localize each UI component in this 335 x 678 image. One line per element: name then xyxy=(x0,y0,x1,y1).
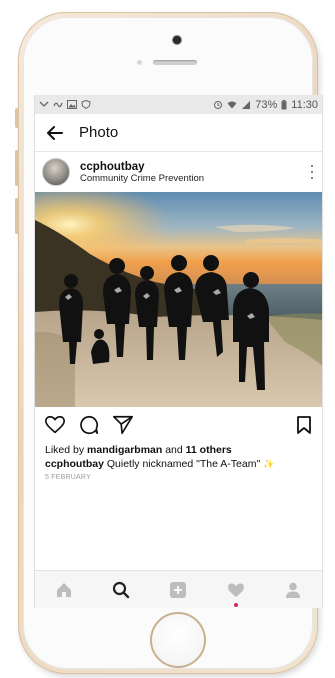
back-arrow-icon[interactable] xyxy=(45,123,65,143)
post-username[interactable]: ccphoutbay xyxy=(80,161,204,173)
alarm-icon xyxy=(214,101,223,109)
proximity-sensor xyxy=(137,60,142,65)
post-date: 5 FEBRUARY xyxy=(45,474,91,481)
earpiece-speaker xyxy=(153,60,197,65)
post-author-block: ccphoutbay Community Crime Prevention xyxy=(80,161,204,184)
liked-by-others[interactable]: 11 others xyxy=(186,444,232,456)
avatar[interactable] xyxy=(42,158,70,186)
likes-line[interactable]: Liked by mandigarbman and 11 others xyxy=(45,443,312,457)
gallery-icon xyxy=(67,100,77,109)
app-bar: Photo xyxy=(35,114,322,152)
liked-by-user[interactable]: mandigarbman xyxy=(87,444,162,456)
shield-icon xyxy=(81,100,91,109)
bookmark-icon[interactable] xyxy=(295,415,313,435)
notification-dot xyxy=(233,602,238,607)
tab-search[interactable] xyxy=(110,579,132,601)
tab-home[interactable] xyxy=(53,579,75,601)
liked-by-prefix: Liked by xyxy=(45,444,88,456)
caption-username[interactable]: ccphoutbay xyxy=(45,458,104,470)
volume-up-button xyxy=(15,150,19,186)
activity-heart-icon xyxy=(227,583,244,597)
post-photo-image xyxy=(35,192,322,407)
voicemail-icon xyxy=(53,102,63,108)
more-options-icon[interactable] xyxy=(309,165,315,179)
sparkle-icon: ✨ xyxy=(263,459,275,469)
post-meta: Liked by mandigarbman and 11 others ccph… xyxy=(35,443,322,481)
bottom-tab-bar xyxy=(35,570,322,608)
status-notification-icons xyxy=(39,100,91,109)
missed-call-icon xyxy=(39,101,49,107)
post-actions-bar xyxy=(35,407,322,443)
search-icon xyxy=(112,581,130,598)
post-photo[interactable] xyxy=(35,192,322,407)
post-caption: ccphoutbay Quietly nicknamed "The A-Team… xyxy=(45,457,312,472)
profile-icon xyxy=(286,582,301,598)
post-location[interactable]: Community Crime Prevention xyxy=(80,173,204,184)
liked-by-and: and xyxy=(162,444,186,456)
caption-text: Quietly nicknamed "The A-Team" xyxy=(103,458,261,470)
front-camera xyxy=(173,36,181,44)
home-icon xyxy=(56,582,71,597)
tab-activity[interactable] xyxy=(225,579,247,607)
tab-add-post[interactable] xyxy=(167,579,189,601)
battery-percent: 73% xyxy=(255,98,278,111)
status-system-icons: 73% 11:30 xyxy=(213,99,318,111)
page-title: Photo xyxy=(79,124,119,141)
post-header: ccphoutbay Community Crime Prevention xyxy=(35,152,322,192)
tab-profile[interactable] xyxy=(282,579,304,601)
direct-send-icon[interactable] xyxy=(112,414,134,436)
status-bar: 73% 11:30 xyxy=(35,95,322,114)
mute-switch xyxy=(15,108,19,128)
wifi-icon xyxy=(227,101,237,109)
volume-down-button xyxy=(15,198,19,234)
clock-time: 11:30 xyxy=(291,98,318,111)
comment-bubble-icon[interactable] xyxy=(78,414,100,436)
battery-icon xyxy=(281,99,287,109)
add-post-icon xyxy=(170,581,187,598)
heart-outline-icon[interactable] xyxy=(44,414,66,436)
phone-screen: 73% 11:30 Photo ccphoutbay Community Cri… xyxy=(34,95,323,608)
home-button[interactable] xyxy=(150,612,206,668)
signal-icon xyxy=(242,101,251,109)
